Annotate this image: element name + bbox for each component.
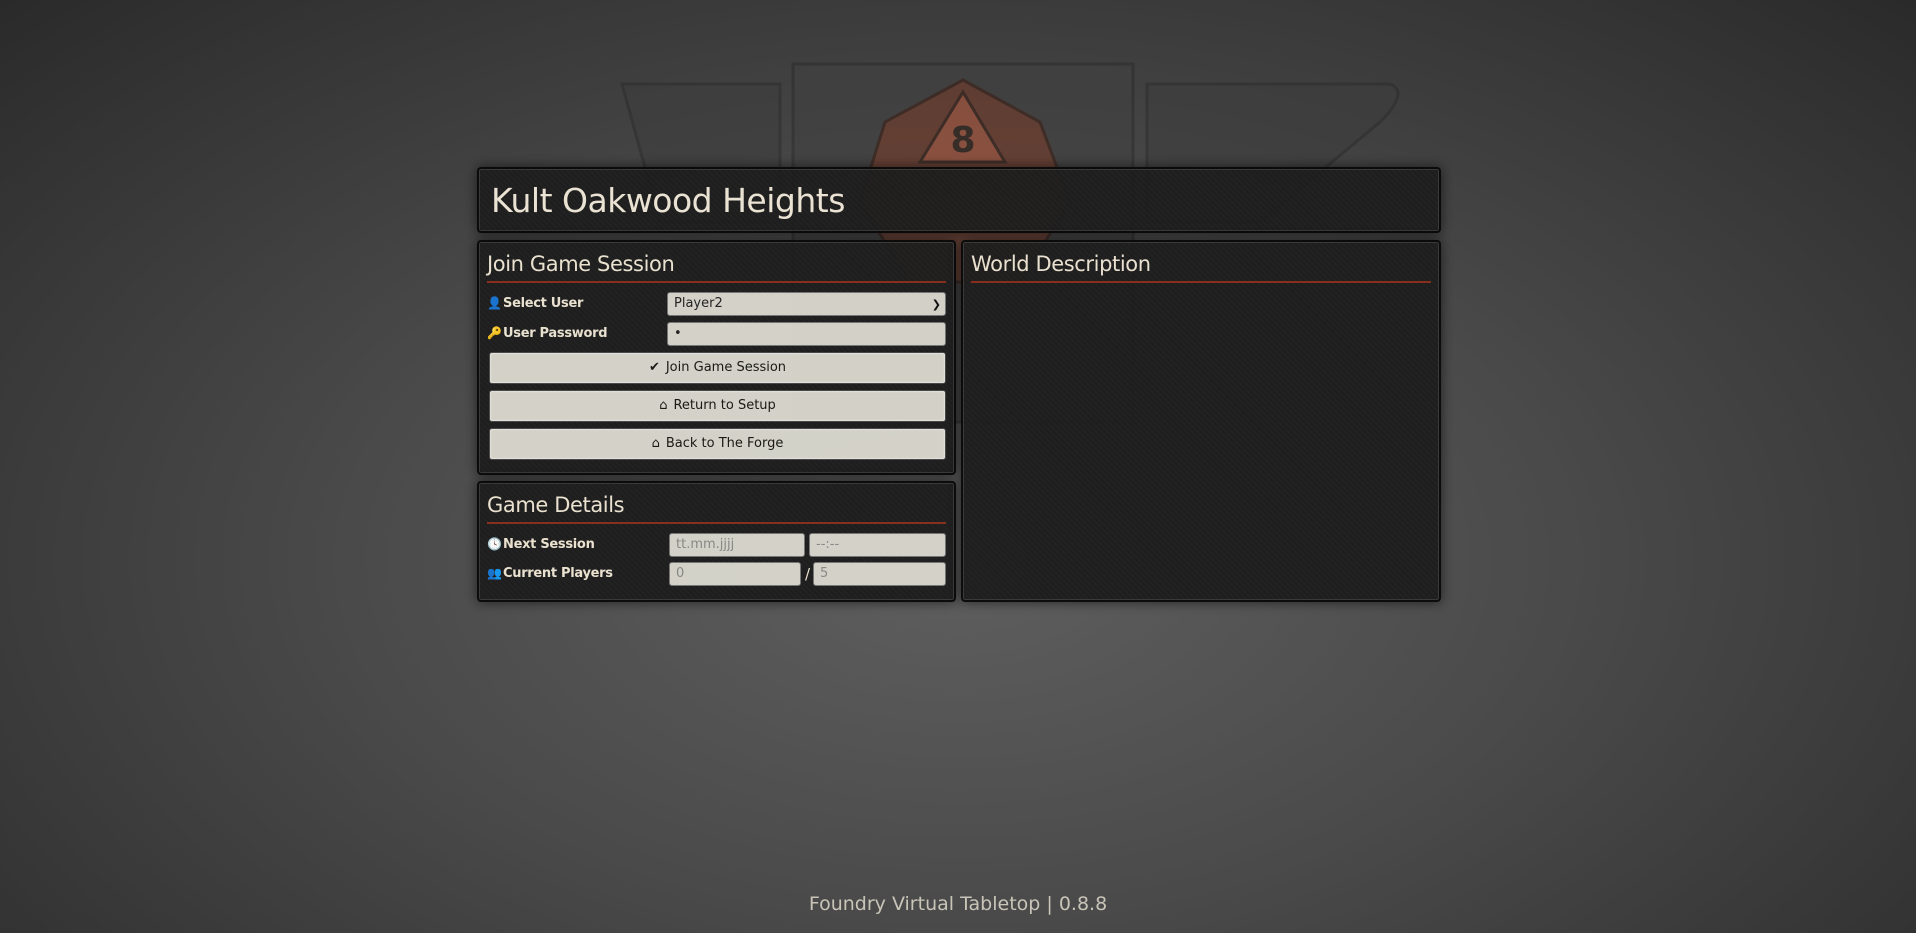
password-label: User Password <box>503 326 608 341</box>
password-input[interactable]: • <box>667 322 946 346</box>
next-session-label: Next Session <box>503 537 595 552</box>
users-icon: 👥 <box>487 566 502 580</box>
date-placeholder: tt.mm.jjjj <box>676 537 735 552</box>
clock-icon: 🕓 <box>487 537 502 551</box>
user-icon: 👤 <box>487 296 502 310</box>
current-players-label-wrap: 👥Current Players <box>487 566 613 581</box>
version-footer: Foundry Virtual Tabletop | 0.8.8 <box>808 893 1108 915</box>
world-title: Kult Oakwood Heights <box>491 181 845 220</box>
world-description-heading: World Description <box>971 250 1431 283</box>
next-session-row: 🕓Next Session tt.mm.jjjj --:-- <box>487 533 946 559</box>
back-to-forge-button[interactable]: ⌂ Back to The Forge <box>489 428 946 460</box>
join-session-button[interactable]: ✔ Join Game Session <box>489 352 946 384</box>
join-session-panel: Join Game Session 👤Select User Player2 ❯… <box>477 240 956 475</box>
next-session-time-input[interactable]: --:-- <box>809 533 946 557</box>
back-to-forge-label: Back to The Forge <box>665 436 784 451</box>
home-icon: ⌂ <box>651 436 660 451</box>
world-title-box: Kult Oakwood Heights <box>477 167 1441 233</box>
chevron-down-icon: ❯ <box>931 298 941 311</box>
password-label-wrap: 🔑User Password <box>487 326 608 341</box>
join-session-button-label: Join Game Session <box>665 360 787 375</box>
select-user-label: Select User <box>503 296 584 311</box>
select-user-label-wrap: 👤Select User <box>487 296 583 311</box>
time-placeholder: --:-- <box>816 537 840 552</box>
home-icon: ⌂ <box>659 398 668 413</box>
return-to-setup-label: Return to Setup <box>673 398 776 413</box>
max-players-value: 5 <box>820 566 829 581</box>
next-session-date-input[interactable]: tt.mm.jjjj <box>669 533 805 557</box>
players-separator: / <box>805 565 811 583</box>
current-players-row: 👥Current Players 0 / 5 <box>487 562 946 588</box>
current-players-input: 0 <box>669 562 801 586</box>
select-user-dropdown[interactable]: Player2 ❯ <box>667 292 946 316</box>
return-to-setup-button[interactable]: ⌂ Return to Setup <box>489 390 946 422</box>
game-details-panel: Game Details 🕓Next Session tt.mm.jjjj --… <box>477 481 956 602</box>
selected-user-value: Player2 <box>674 296 723 311</box>
password-row: 🔑User Password • <box>487 322 946 348</box>
select-user-row: 👤Select User Player2 ❯ <box>487 292 946 318</box>
join-session-heading: Join Game Session <box>487 250 946 283</box>
current-players-label: Current Players <box>503 566 613 581</box>
svg-text:8: 8 <box>950 120 975 161</box>
game-details-heading: Game Details <box>487 491 946 524</box>
current-players-value: 0 <box>676 566 685 581</box>
key-icon: 🔑 <box>487 326 502 340</box>
max-players-input: 5 <box>813 562 946 586</box>
next-session-label-wrap: 🕓Next Session <box>487 537 595 552</box>
world-description-panel: World Description <box>961 240 1441 602</box>
check-icon: ✔ <box>648 360 660 375</box>
password-value: • <box>674 326 682 341</box>
